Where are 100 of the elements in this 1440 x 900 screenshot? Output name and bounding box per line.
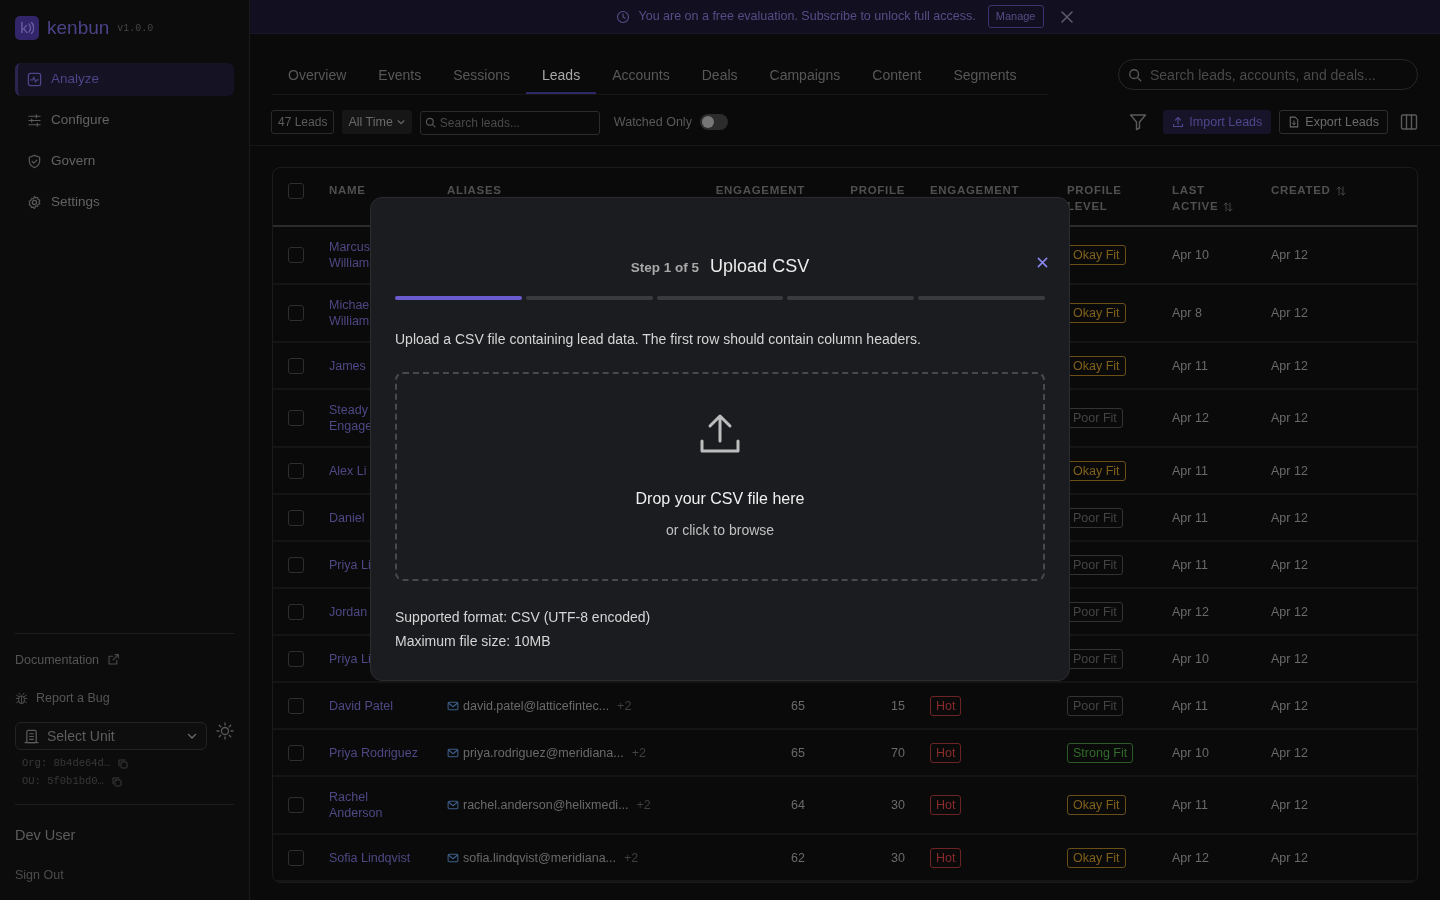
table-cell: Apr 12	[1271, 651, 1308, 666]
status-tag: Hot	[930, 742, 962, 763]
chevron-down-icon	[395, 117, 406, 127]
table-cell: 70	[891, 745, 905, 760]
lead-name-link[interactable]: Priya Rodriguez	[329, 744, 418, 761]
row-checkbox[interactable]	[287, 247, 304, 264]
table-cell: 64	[791, 798, 805, 812]
theme-toggle[interactable]	[216, 722, 234, 740]
fit-tag: Okay Fit	[1067, 847, 1126, 868]
tab[interactable]: Sessions	[437, 58, 526, 94]
close-button[interactable]	[1059, 9, 1074, 24]
table-cell: Apr 12	[1271, 463, 1308, 478]
sortable-column-header[interactable]: CREATED	[1271, 182, 1331, 198]
filter-icon	[1129, 113, 1148, 131]
sound-waves-icon	[27, 22, 34, 35]
close-icon	[1059, 9, 1074, 24]
lead-name-link[interactable]: James	[329, 357, 366, 374]
table-cell: Apr 11	[1172, 510, 1208, 525]
tab[interactable]: Accounts	[596, 58, 686, 94]
table-cell: Apr 11	[1172, 463, 1208, 478]
lead-search-field[interactable]: Search leads...	[419, 111, 600, 135]
lead-name-link[interactable]: Marcus William	[329, 239, 370, 271]
filter-button[interactable]	[1129, 113, 1148, 131]
table-cell: Apr 12	[1271, 510, 1308, 525]
sortable-column-header[interactable]: LAST ACTIVE	[1172, 182, 1219, 214]
row-checkbox[interactable]	[287, 556, 304, 573]
row-checkbox[interactable]	[287, 744, 304, 761]
file-drop-zone[interactable]: Drop your CSV file here or click to browse	[395, 372, 1045, 581]
building-icon	[24, 728, 39, 744]
tab[interactable]: Overview	[272, 58, 363, 94]
tab[interactable]: Campaigns	[753, 58, 857, 94]
watched-toggle[interactable]	[699, 114, 728, 130]
columns-icon	[1400, 113, 1418, 131]
copy-icon	[111, 776, 122, 787]
row-checkbox[interactable]	[287, 797, 304, 814]
lead-name-link[interactable]: Steady Engage	[329, 402, 373, 434]
manage-button[interactable]: Manage	[987, 5, 1044, 28]
activity-icon	[27, 71, 42, 87]
row-checkbox[interactable]	[287, 305, 304, 322]
table-cell: Apr 11	[1172, 798, 1208, 812]
lead-name-link[interactable]: Daniel	[329, 509, 365, 526]
tab[interactable]: Events	[362, 58, 438, 94]
sign-out-link[interactable]: Sign Out	[15, 866, 234, 885]
table-cell: 65	[791, 698, 805, 713]
row-checkbox[interactable]	[287, 650, 304, 667]
email-text: david.patel@latticefintec...	[463, 697, 610, 714]
report-bug-link[interactable]: Report a Bug	[15, 689, 234, 708]
row-checkbox[interactable]	[287, 849, 304, 866]
settings-icon	[27, 194, 42, 210]
range-dropdown[interactable]: All Time	[342, 109, 412, 135]
row-checkbox[interactable]	[287, 410, 304, 427]
close-button[interactable]	[1037, 257, 1048, 268]
tab[interactable]: Segments	[937, 58, 1033, 94]
table-cell: Apr 10	[1172, 745, 1209, 760]
sliders-icon	[27, 112, 42, 128]
row-checkbox[interactable]	[287, 603, 304, 620]
table-cell: Apr 12	[1172, 604, 1209, 619]
note-text: Supported format: CSV (UTF-8 encoded)	[395, 608, 652, 627]
table-cell: Apr 11	[1172, 698, 1208, 713]
email-text: priya.rodriguez@meridiana...	[463, 744, 624, 761]
copy-button[interactable]	[111, 776, 122, 787]
table-cell: Apr 12	[1271, 850, 1308, 865]
documentation-link[interactable]: Documentation	[15, 650, 234, 670]
column-header: ALIASES	[447, 183, 502, 198]
lead-name-link[interactable]: Sofia Lindqvist	[329, 849, 411, 866]
import-button[interactable]: Import Leads	[1163, 109, 1272, 135]
unit-select[interactable]: Select Unit	[15, 722, 207, 750]
sidebar-item[interactable]: Analyze	[15, 62, 234, 96]
lead-name-link[interactable]: Priya Li	[329, 650, 371, 667]
columns-button[interactable]	[1400, 113, 1418, 131]
table-cell: Apr 12	[1271, 604, 1308, 619]
row-checkbox[interactable]	[287, 357, 304, 374]
status-tag: Hot	[930, 695, 962, 716]
copy-button[interactable]	[118, 758, 129, 769]
row-checkbox[interactable]	[287, 509, 304, 526]
global-search-field[interactable]: Search leads, accounts, and deals...	[1118, 59, 1418, 90]
table-cell: Apr 10	[1172, 651, 1209, 666]
tab[interactable]: Deals	[685, 58, 754, 94]
tab[interactable]: Leads	[526, 58, 597, 94]
lead-name-link[interactable]: Alex Li	[329, 462, 367, 479]
lead-name-link[interactable]: Michae William	[329, 297, 370, 329]
drop-title: Drop your CSV file here	[635, 488, 805, 509]
table-cell: Apr 12	[1271, 411, 1308, 425]
lead-name-link[interactable]: Priya Li	[329, 556, 371, 573]
export-button[interactable]: Export Leads	[1279, 109, 1388, 135]
status-tag: Hot	[930, 847, 962, 868]
column-header: ENGAGEMENT	[930, 183, 1020, 198]
sidebar-item[interactable]: Configure	[15, 103, 234, 137]
table-cell: 30	[891, 798, 905, 812]
app-name: kenbun	[47, 16, 110, 40]
table-cell: Apr 12	[1271, 306, 1308, 320]
row-checkbox[interactable]	[287, 462, 304, 479]
tab[interactable]: Content	[856, 58, 938, 94]
lead-name-link[interactable]: Rachel Anderson	[329, 789, 383, 821]
sidebar-item[interactable]: Settings	[15, 185, 234, 219]
sidebar-item[interactable]: Govern	[15, 144, 234, 178]
row-checkbox[interactable]	[287, 697, 304, 714]
lead-name-link[interactable]: David Patel	[329, 697, 393, 714]
select-all-checkbox[interactable]	[287, 182, 304, 199]
lead-name-link[interactable]: Jordan	[329, 603, 368, 620]
